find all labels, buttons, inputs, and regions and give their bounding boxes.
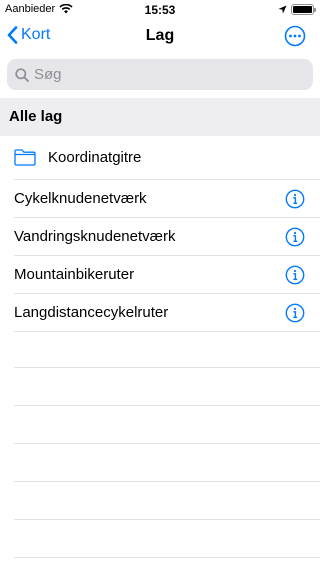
info-circle-icon[interactable] (285, 265, 305, 285)
search-bar[interactable] (7, 59, 313, 90)
info-circle-icon[interactable] (285, 227, 305, 247)
folder-row[interactable]: Koordinatgitre (0, 136, 320, 180)
empty-row (0, 520, 320, 558)
layer-label: Mountainbikeruter (14, 266, 135, 283)
empty-row (0, 406, 320, 444)
layer-label: Langdistancecykelruter (14, 304, 169, 321)
status-bar: Aanbieder 15:53 (0, 0, 320, 20)
magnifier-icon (15, 67, 29, 82)
navigation-bar: Kort Lag (0, 20, 320, 54)
empty-row (0, 444, 320, 482)
info-circle-icon[interactable] (285, 303, 305, 323)
empty-row (0, 482, 320, 520)
more-options-button[interactable] (284, 25, 306, 47)
folder-label: Koordinatgitre (48, 149, 142, 166)
section-header: Alle lag (0, 98, 320, 136)
status-right (278, 4, 316, 15)
empty-row (0, 368, 320, 406)
row-separator (14, 557, 320, 558)
location-arrow-icon (278, 5, 287, 14)
search-input[interactable] (34, 66, 294, 83)
empty-row (0, 330, 320, 368)
page-title: Lag (145, 27, 175, 44)
folder-icon (14, 149, 36, 166)
section-title: Alle lag (9, 108, 63, 125)
layer-row-mountainbikeruter[interactable]: Mountainbikeruter (0, 256, 320, 294)
battery-icon (291, 4, 316, 15)
layer-label: Cykelknudenetværk (14, 190, 147, 207)
layer-row-vandringsknudenetvaerk[interactable]: Vandringsknudenetværk (0, 218, 320, 256)
status-time: 15:53 (144, 3, 176, 17)
info-circle-icon[interactable] (285, 189, 305, 209)
layer-row-cykelknudenetvaerk[interactable]: Cykelknudenetværk (0, 180, 320, 218)
layer-row-langdistancecykelruter[interactable]: Langdistancecykelruter (0, 294, 320, 332)
layer-label: Vandringsknudenetværk (14, 228, 176, 245)
